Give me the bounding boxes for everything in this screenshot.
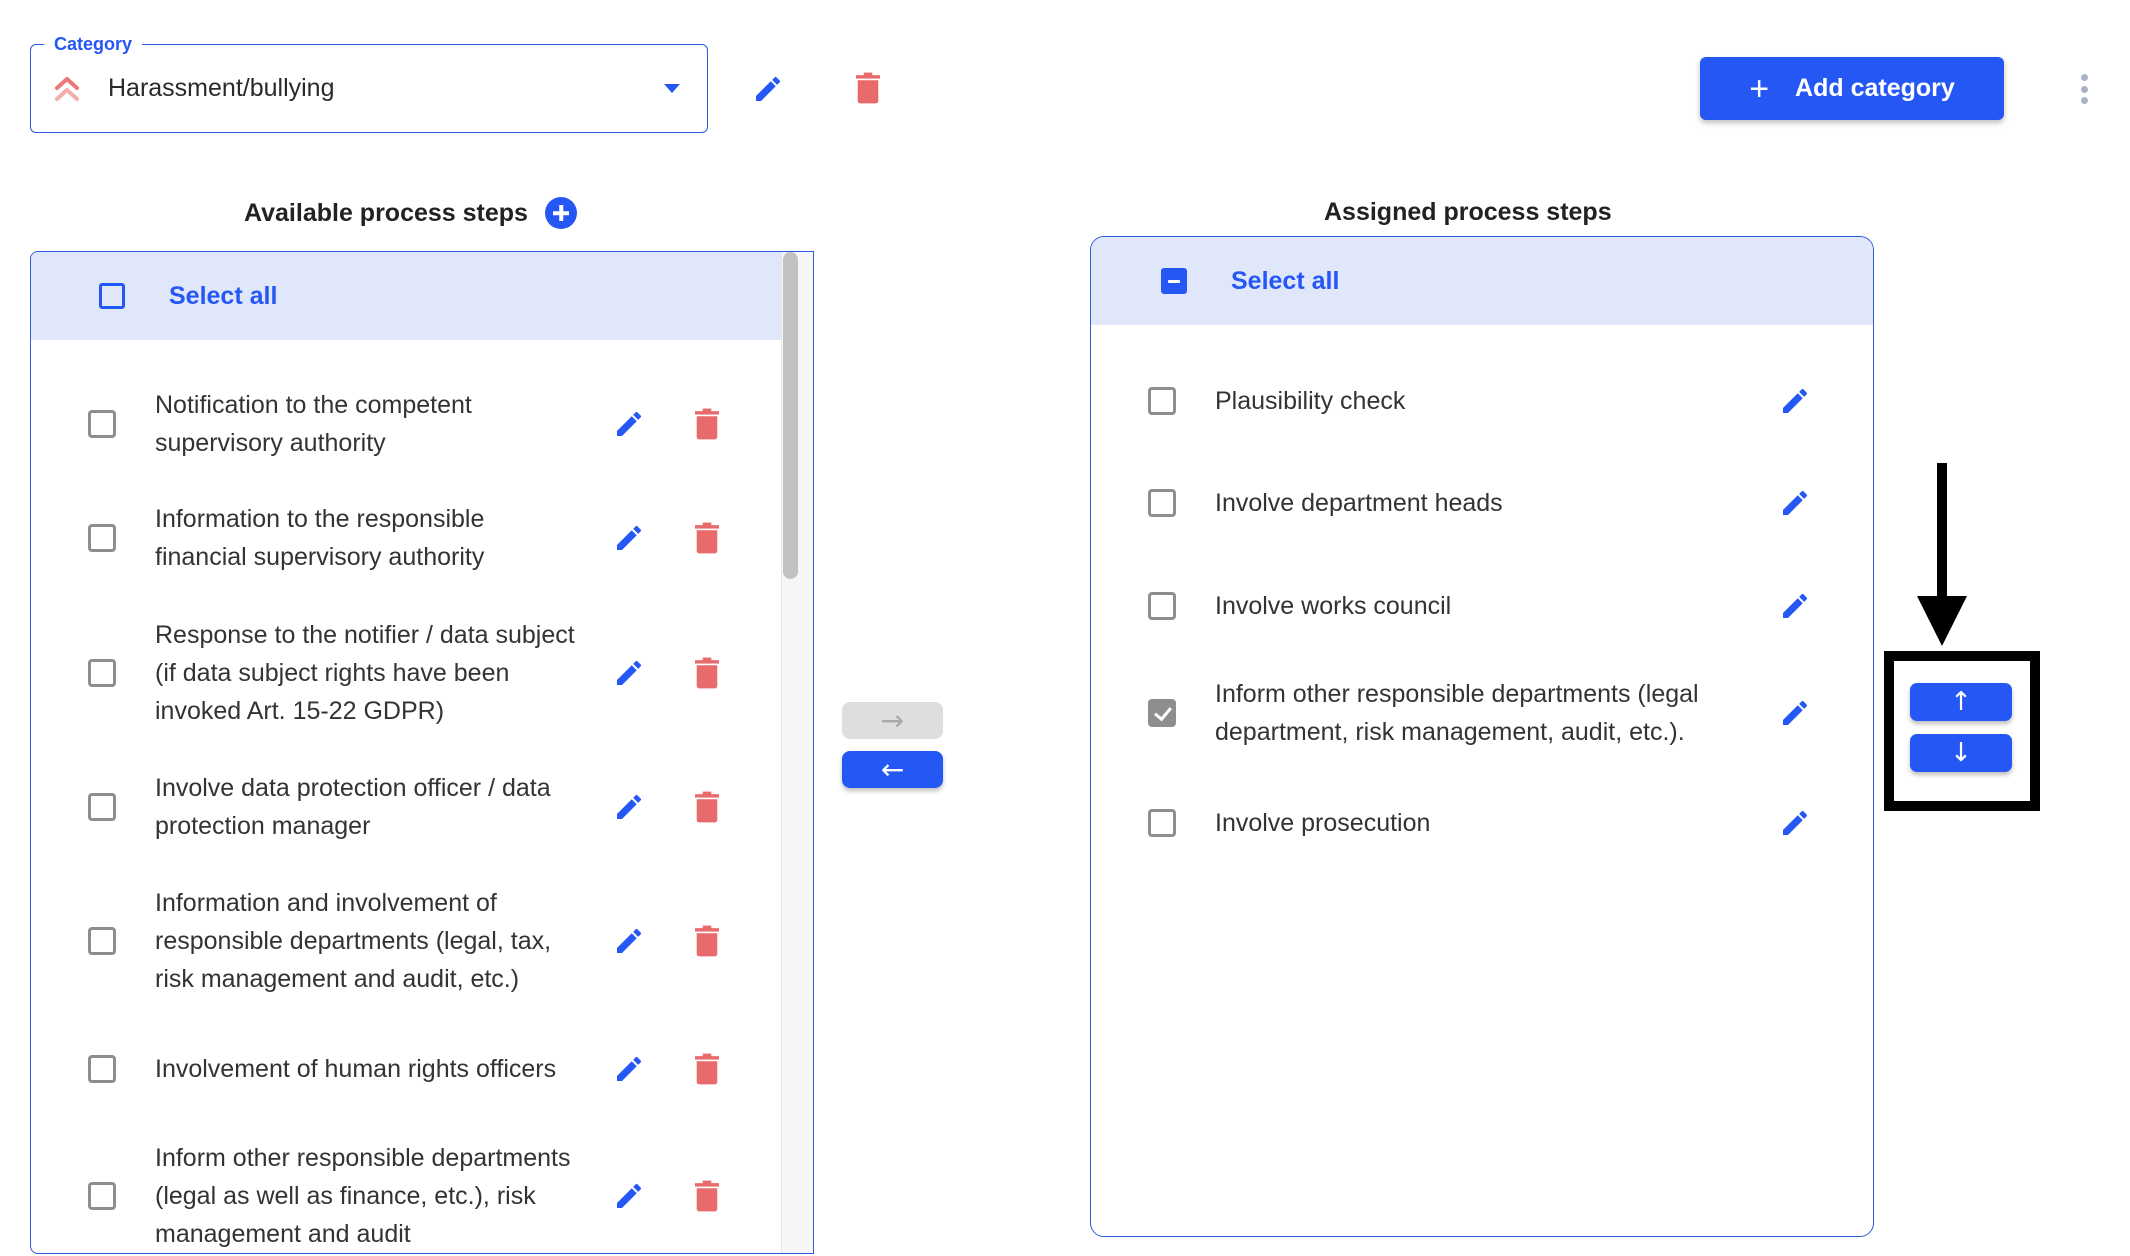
edit-step-pencil-icon[interactable] [1779,486,1811,520]
assigned-select-all-checkbox[interactable] [1161,268,1187,294]
step-label-line: management and audit [155,1220,411,1248]
edit-step-pencil-icon[interactable] [613,521,645,555]
available-select-all-row[interactable]: Select all [31,252,783,340]
step-checkbox[interactable] [88,524,116,552]
available-steps-title: Available process steps [244,199,528,227]
step-label: Information to the responsible financial … [155,500,484,576]
assigned-steps-list: Select all Plausibility check Involve dep… [1090,236,1874,1237]
step-label: Notification to the competent supervisory… [155,386,472,462]
edit-step-pencil-icon[interactable] [613,924,645,958]
delete-step-trash-icon[interactable] [695,1180,719,1212]
edit-step-pencil-icon[interactable] [1779,806,1811,840]
assigned-select-all-row[interactable]: Select all [1091,237,1873,325]
step-checkbox[interactable] [1148,592,1176,620]
annotation-arrow-shaft [1937,463,1947,599]
step-checkbox[interactable] [88,659,116,687]
move-to-available-button[interactable]: ← [842,751,943,788]
delete-step-trash-icon[interactable] [695,925,719,957]
step-label-line: Inform other responsible departments [155,1144,571,1172]
step-checkbox[interactable] [88,793,116,821]
step-checkbox[interactable] [88,1055,116,1083]
step-label: Involve works council [1215,587,1451,625]
step-label: Involve department heads [1215,484,1503,522]
step-checkbox[interactable] [1148,809,1176,837]
step-label-line: supervisory authority [155,429,386,457]
available-select-all-label: Select all [169,281,278,310]
edit-category-pencil-icon[interactable] [752,72,784,106]
step-label-line: financial supervisory authority [155,543,485,571]
kebab-menu-icon[interactable] [2076,74,2092,104]
add-category-label: Add category [1795,74,1955,102]
edit-step-pencil-icon[interactable] [613,1052,645,1086]
available-steps-list: Select all Notification to the competent… [30,251,814,1254]
assigned-steps-title: Assigned process steps [1324,198,1612,226]
step-label-line: invoked Art. 15-22 GDPR) [155,697,445,725]
step-label-line: Plausibility check [1215,387,1406,415]
step-label-line: department, risk management, audit, etc.… [1215,718,1685,746]
delete-step-trash-icon[interactable] [695,791,719,823]
step-label-line: Information to the responsible [155,505,485,533]
step-label-line: responsible departments (legal, tax, [155,927,552,955]
move-down-button[interactable]: ↓ [1910,734,2012,772]
step-label-line: Inform other responsible departments (le… [1215,680,1699,708]
step-label-line: (legal as well as finance, etc.), risk [155,1182,536,1210]
step-label: Involve prosecution [1215,804,1430,842]
step-checkbox[interactable] [1148,699,1176,727]
move-up-button[interactable]: ↑ [1910,683,2012,721]
step-label: Information and involvement of responsibl… [155,884,551,998]
step-label-line: Notification to the competent [155,391,472,419]
category-value: Harassment/bullying [108,74,335,102]
edit-step-pencil-icon[interactable] [613,407,645,441]
step-label-line: Response to the notifier / data subject [155,621,575,649]
step-label: Involvement of human rights officers [155,1050,556,1088]
available-select-all-checkbox[interactable] [99,283,125,309]
step-label: Response to the notifier / data subject (… [155,616,575,730]
edit-step-pencil-icon[interactable] [1779,589,1811,623]
assigned-select-all-label: Select all [1231,266,1340,295]
step-label: Plausibility check [1215,382,1405,420]
step-checkbox[interactable] [88,410,116,438]
step-label: Inform other responsible departments (le… [1215,675,1699,751]
annotation-highlight-box [1884,651,2040,811]
step-label-line: (if data subject rights have been [155,659,510,687]
step-label-line: Involve department heads [1215,489,1503,517]
step-checkbox[interactable] [1148,387,1176,415]
plus-icon: + [1749,69,1770,108]
add-category-button[interactable]: + Add category [1700,57,2004,120]
delete-step-trash-icon[interactable] [695,408,719,440]
step-label-line: protection manager [155,812,371,840]
edit-step-pencil-icon[interactable] [613,1179,645,1213]
edit-step-pencil-icon[interactable] [1779,696,1811,730]
step-label: Inform other responsible departments (leg… [155,1139,571,1253]
delete-category-trash-icon[interactable] [856,72,880,104]
step-label-line: Involve data protection officer / data [155,774,551,802]
add-process-step-plus-circle-icon[interactable] [545,197,577,229]
step-checkbox[interactable] [88,927,116,955]
step-checkbox[interactable] [88,1182,116,1210]
move-to-assigned-button[interactable]: → [842,702,943,739]
edit-step-pencil-icon[interactable] [613,790,645,824]
double-chevron-up-icon [55,77,79,101]
scrollbar-thumb[interactable] [783,252,798,579]
step-checkbox[interactable] [1148,489,1176,517]
chevron-down-icon[interactable] [664,84,680,93]
step-label-line: Involve works council [1215,592,1452,620]
step-label: Involve data protection officer / data pr… [155,769,551,845]
step-label-line: risk management and audit, etc.) [155,965,520,993]
delete-step-trash-icon[interactable] [695,657,719,689]
edit-step-pencil-icon[interactable] [1779,384,1811,418]
edit-step-pencil-icon[interactable] [613,656,645,690]
step-label-line: Information and involvement of [155,889,497,917]
category-label: Category [44,30,143,58]
annotation-arrow-head [1917,596,1967,646]
step-label-line: Involve prosecution [1215,809,1431,837]
delete-step-trash-icon[interactable] [695,522,719,554]
step-label-line: Involvement of human rights officers [155,1055,557,1083]
delete-step-trash-icon[interactable] [695,1053,719,1085]
